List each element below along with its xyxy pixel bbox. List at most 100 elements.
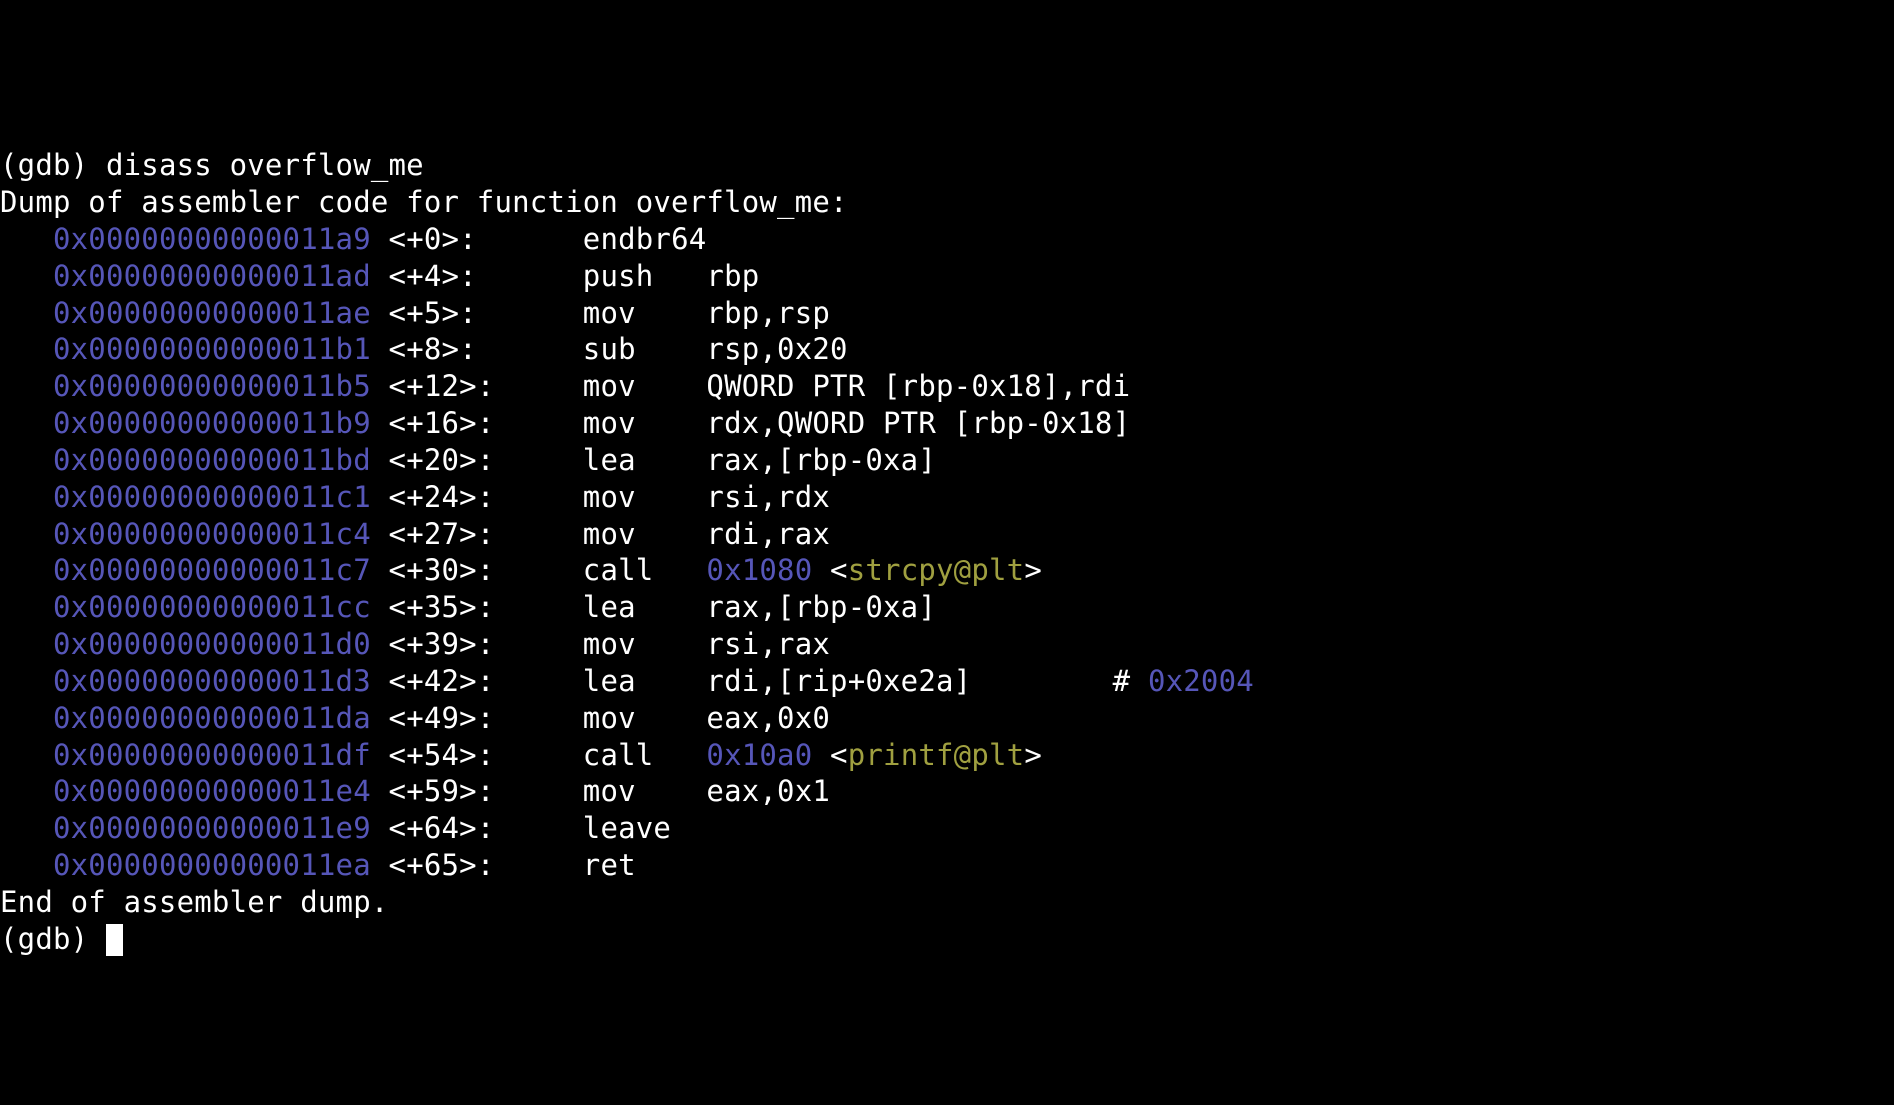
- call-target-address: 0x10a0: [706, 738, 812, 772]
- indent: [0, 443, 53, 477]
- gdb-prompt: (gdb): [0, 148, 106, 182]
- symbol-name: strcpy@plt: [848, 553, 1025, 587]
- indent: [0, 553, 53, 587]
- indent: [0, 296, 53, 330]
- indent: [0, 738, 53, 772]
- instruction-address: 0x00000000000011ea: [53, 848, 371, 882]
- mnemonic: lea: [583, 590, 707, 624]
- instruction-offset: <+64>:: [389, 811, 583, 845]
- operands: rax,[rbp-0xa]: [706, 590, 936, 624]
- indent: [0, 369, 53, 403]
- comment-hash: #: [971, 664, 1148, 698]
- operands: rdx,QWORD PTR [rbp-0x18]: [706, 406, 1130, 440]
- instruction-address: 0x00000000000011b5: [53, 369, 371, 403]
- instruction-offset: <+49>:: [389, 701, 583, 735]
- mnemonic: call: [583, 553, 707, 587]
- prompt-line: (gdb) disass overflow_me: [0, 147, 1894, 184]
- instruction-offset: <+54>:: [389, 738, 583, 772]
- mnemonic: mov: [583, 701, 707, 735]
- instruction-offset: <+20>:: [389, 443, 583, 477]
- instruction-offset: <+42>:: [389, 664, 583, 698]
- instruction-offset: <+27>:: [389, 517, 583, 551]
- cursor: [106, 924, 123, 956]
- disasm-line: 0x00000000000011b5 <+12>: mov QWORD PTR …: [0, 368, 1894, 405]
- operands: eax,0x0: [706, 701, 830, 735]
- indent: [0, 480, 53, 514]
- mnemonic: mov: [583, 627, 707, 661]
- indent: [0, 517, 53, 551]
- operands: rbp: [706, 259, 759, 293]
- disasm-line: 0x00000000000011da <+49>: mov eax,0x0: [0, 700, 1894, 737]
- instruction-address: 0x00000000000011b1: [53, 332, 371, 366]
- instruction-offset: <+5>:: [389, 296, 583, 330]
- mnemonic: mov: [583, 406, 707, 440]
- symbol-bracket-open: <: [812, 738, 847, 772]
- instruction-offset: <+30>:: [389, 553, 583, 587]
- disasm-line: 0x00000000000011a9 <+0>: endbr64: [0, 221, 1894, 258]
- disasm-line: 0x00000000000011d3 <+42>: lea rdi,[rip+0…: [0, 663, 1894, 700]
- instruction-address: 0x00000000000011e9: [53, 811, 371, 845]
- instruction-offset: <+35>:: [389, 590, 583, 624]
- instruction-offset: <+59>:: [389, 774, 583, 808]
- mnemonic: mov: [583, 517, 707, 551]
- instruction-address: 0x00000000000011d3: [53, 664, 371, 698]
- disasm-line: 0x00000000000011e9 <+64>: leave: [0, 810, 1894, 847]
- instruction-address: 0x00000000000011c7: [53, 553, 371, 587]
- operands: rsi,rdx: [706, 480, 830, 514]
- indent: [0, 222, 53, 256]
- comment-address: 0x2004: [1148, 664, 1254, 698]
- instruction-address: 0x00000000000011ae: [53, 296, 371, 330]
- instruction-address: 0x00000000000011e4: [53, 774, 371, 808]
- instruction-offset: <+65>:: [389, 848, 583, 882]
- dump-header: Dump of assembler code for function over…: [0, 184, 1894, 221]
- symbol-bracket-close: >: [1024, 553, 1042, 587]
- disasm-line: 0x00000000000011c1 <+24>: mov rsi,rdx: [0, 479, 1894, 516]
- mnemonic: leave: [583, 811, 707, 845]
- instruction-address: 0x00000000000011da: [53, 701, 371, 735]
- operands: rax,[rbp-0xa]: [706, 443, 936, 477]
- disasm-line: 0x00000000000011b9 <+16>: mov rdx,QWORD …: [0, 405, 1894, 442]
- operands: eax,0x1: [706, 774, 830, 808]
- disasm-line: 0x00000000000011ad <+4>: push rbp: [0, 258, 1894, 295]
- instruction-address: 0x00000000000011c1: [53, 480, 371, 514]
- indent: [0, 701, 53, 735]
- instruction-offset: <+0>:: [389, 222, 583, 256]
- indent: [0, 848, 53, 882]
- disasm-line: 0x00000000000011ea <+65>: ret: [0, 847, 1894, 884]
- instruction-offset: <+12>:: [389, 369, 583, 403]
- call-target-address: 0x1080: [706, 553, 812, 587]
- instruction-address: 0x00000000000011bd: [53, 443, 371, 477]
- disasm-line: 0x00000000000011e4 <+59>: mov eax,0x1: [0, 773, 1894, 810]
- instruction-address: 0x00000000000011cc: [53, 590, 371, 624]
- instruction-offset: <+24>:: [389, 480, 583, 514]
- operands: rdi,[rip+0xe2a]: [706, 664, 971, 698]
- mnemonic: call: [583, 738, 707, 772]
- operands: rdi,rax: [706, 517, 830, 551]
- instruction-address: 0x00000000000011a9: [53, 222, 371, 256]
- indent: [0, 406, 53, 440]
- disasm-line: 0x00000000000011cc <+35>: lea rax,[rbp-0…: [0, 589, 1894, 626]
- mnemonic: mov: [583, 774, 707, 808]
- mnemonic: lea: [583, 664, 707, 698]
- operands: QWORD PTR [rbp-0x18],rdi: [706, 369, 1130, 403]
- instruction-address: 0x00000000000011ad: [53, 259, 371, 293]
- disasm-line: 0x00000000000011b1 <+8>: sub rsp,0x20: [0, 331, 1894, 368]
- disasm-line: 0x00000000000011c4 <+27>: mov rdi,rax: [0, 516, 1894, 553]
- instruction-address: 0x00000000000011b9: [53, 406, 371, 440]
- mnemonic: mov: [583, 480, 707, 514]
- indent: [0, 664, 53, 698]
- disasm-line: 0x00000000000011d0 <+39>: mov rsi,rax: [0, 626, 1894, 663]
- operands: rsi,rax: [706, 627, 830, 661]
- disasm-line: 0x00000000000011c7 <+30>: call 0x1080 <s…: [0, 552, 1894, 589]
- symbol-bracket-close: >: [1024, 738, 1042, 772]
- gdb-prompt: (gdb): [0, 922, 106, 956]
- terminal[interactable]: (gdb) disass overflow_meDump of assemble…: [0, 147, 1894, 957]
- prompt-line-2: (gdb): [0, 921, 1894, 958]
- indent: [0, 627, 53, 661]
- indent: [0, 590, 53, 624]
- symbol-name: printf@plt: [848, 738, 1025, 772]
- disasm-line: 0x00000000000011df <+54>: call 0x10a0 <p…: [0, 737, 1894, 774]
- indent: [0, 259, 53, 293]
- mnemonic: lea: [583, 443, 707, 477]
- instruction-address: 0x00000000000011c4: [53, 517, 371, 551]
